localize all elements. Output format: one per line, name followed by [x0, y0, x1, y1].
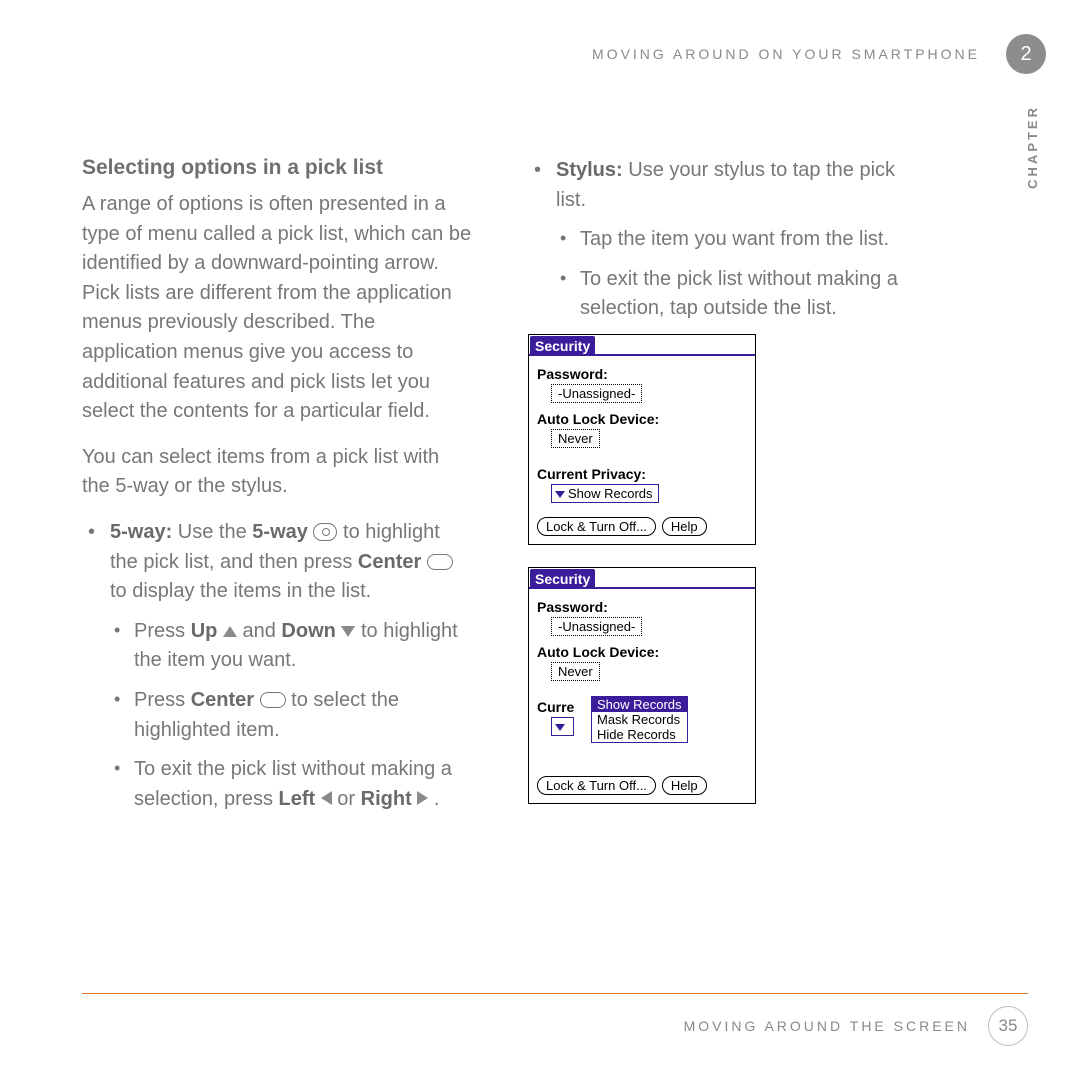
- lock-button[interactable]: Lock & Turn Off...: [537, 776, 656, 795]
- fiveway-icon: [313, 523, 337, 541]
- right-column: Stylus: Use your stylus to tap the pick …: [528, 156, 918, 826]
- autolock-field[interactable]: Never: [551, 429, 600, 448]
- footer-text: MOVING AROUND THE SCREEN: [684, 1018, 970, 1034]
- chevron-down-icon: [555, 491, 565, 498]
- password-field[interactable]: -Unassigned-: [551, 384, 642, 403]
- help-button[interactable]: Help: [662, 517, 707, 536]
- password-label: Password:: [537, 366, 747, 382]
- privacy-label: Current Privacy:: [537, 466, 747, 482]
- privacy-picklist-open[interactable]: [551, 717, 574, 736]
- password-label: Password:: [537, 599, 747, 615]
- security-panel-open: Security Password: -Unassigned- Auto Loc…: [528, 567, 756, 804]
- security-panel-closed: Security Password: -Unassigned- Auto Loc…: [528, 334, 756, 545]
- panel-title: Security: [530, 336, 595, 356]
- intro-para-1: A range of options is often presented in…: [82, 190, 472, 427]
- bullet-5way: 5-way: Use the 5-way to highlight the pi…: [82, 518, 472, 814]
- section-heading: Selecting options in a pick list: [82, 156, 472, 180]
- lock-button[interactable]: Lock & Turn Off...: [537, 517, 656, 536]
- picklist-popup[interactable]: Show Records Mask Records Hide Records: [591, 696, 688, 743]
- autolock-field[interactable]: Never: [551, 662, 600, 681]
- picklist-option[interactable]: Mask Records: [592, 712, 687, 727]
- picklist-option[interactable]: Hide Records: [592, 727, 687, 742]
- center-icon: [427, 554, 453, 570]
- chevron-down-icon: [555, 724, 565, 731]
- password-field[interactable]: -Unassigned-: [551, 617, 642, 636]
- footer-rule: [82, 993, 1028, 994]
- down-icon: [341, 626, 355, 637]
- privacy-picklist[interactable]: Show Records: [551, 484, 659, 503]
- intro-para-2: You can select items from a pick list wi…: [82, 443, 472, 502]
- chapter-badge: 2: [1006, 34, 1046, 74]
- center-icon: [260, 692, 286, 708]
- autolock-label: Auto Lock Device:: [537, 411, 747, 427]
- chapter-label: CHAPTER: [1025, 105, 1040, 189]
- page-number: 35: [988, 1006, 1028, 1046]
- autolock-label: Auto Lock Device:: [537, 644, 747, 660]
- sub-exit: To exit the pick list without making a s…: [110, 755, 472, 814]
- left-column: Selecting options in a pick list A range…: [82, 156, 472, 826]
- sub-updown: Press Up and Down to highlight the item …: [110, 617, 472, 676]
- help-button[interactable]: Help: [662, 776, 707, 795]
- sub-center: Press Center to select the highlighted i…: [110, 686, 472, 745]
- footer: MOVING AROUND THE SCREEN 35: [0, 993, 1080, 1046]
- label-stylus: Stylus:: [556, 159, 623, 181]
- bullet-stylus: Stylus: Use your stylus to tap the pick …: [528, 156, 918, 324]
- sub-tap: Tap the item you want from the list.: [556, 225, 918, 255]
- running-head: MOVING AROUND ON YOUR SMARTPHONE: [82, 46, 980, 62]
- label-5way: 5-way:: [110, 521, 172, 543]
- right-icon: [417, 791, 428, 805]
- sub-exit-tap: To exit the pick list without making a s…: [556, 265, 918, 324]
- up-icon: [223, 626, 237, 637]
- picklist-option-selected[interactable]: Show Records: [592, 697, 687, 712]
- left-icon: [321, 791, 332, 805]
- panel-title: Security: [530, 569, 595, 589]
